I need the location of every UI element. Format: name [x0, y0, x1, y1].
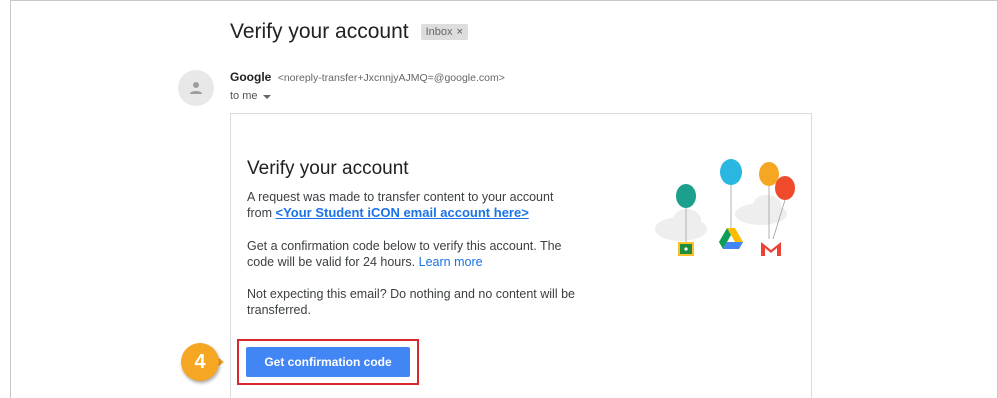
get-confirmation-code-button[interactable]: Get confirmation code: [246, 347, 410, 377]
sender-line: Google <noreply-transfer+JxcnnjyAJMQ=@go…: [230, 70, 505, 84]
recipient-toggle[interactable]: to me: [230, 90, 271, 102]
recipient-text: to me: [230, 90, 258, 102]
inbox-label-badge[interactable]: Inbox ×: [420, 24, 468, 40]
sender-name[interactable]: Google: [230, 70, 271, 84]
email-subject-row: Verify your account Inbox ×: [230, 20, 468, 44]
card-title: Verify your account: [247, 158, 409, 179]
email-body-card: Verify your account A request was made t…: [230, 113, 812, 398]
email-subject: Verify your account: [230, 20, 409, 43]
learn-more-link[interactable]: Learn more: [419, 255, 483, 269]
not-expecting-paragraph: Not expecting this email? Do nothing and…: [247, 287, 575, 317]
sender-email: <noreply-transfer+JxcnnjyAJMQ=@google.co…: [277, 72, 505, 84]
chevron-down-icon[interactable]: [262, 94, 271, 99]
cloud-icon: [655, 195, 787, 241]
para2-text: Get a confirmation code below to verify …: [247, 239, 562, 269]
close-icon[interactable]: ×: [457, 26, 463, 38]
inbox-label-text: Inbox: [425, 26, 453, 38]
step-number-badge: 4: [181, 343, 219, 381]
transfer-request-paragraph: A request was made to transfer content t…: [247, 189, 577, 221]
highlight-box: Get confirmation code: [237, 339, 419, 385]
drive-icon: [719, 228, 743, 249]
classroom-icon: [678, 242, 694, 256]
person-icon: [190, 82, 202, 94]
avatar[interactable]: [178, 70, 214, 106]
transfer-illustration: [655, 159, 795, 256]
confirmation-paragraph: Get a confirmation code below to verify …: [247, 238, 577, 270]
student-account-link[interactable]: <Your Student iCON email account here>: [275, 205, 528, 220]
gmail-icon: [761, 242, 781, 256]
